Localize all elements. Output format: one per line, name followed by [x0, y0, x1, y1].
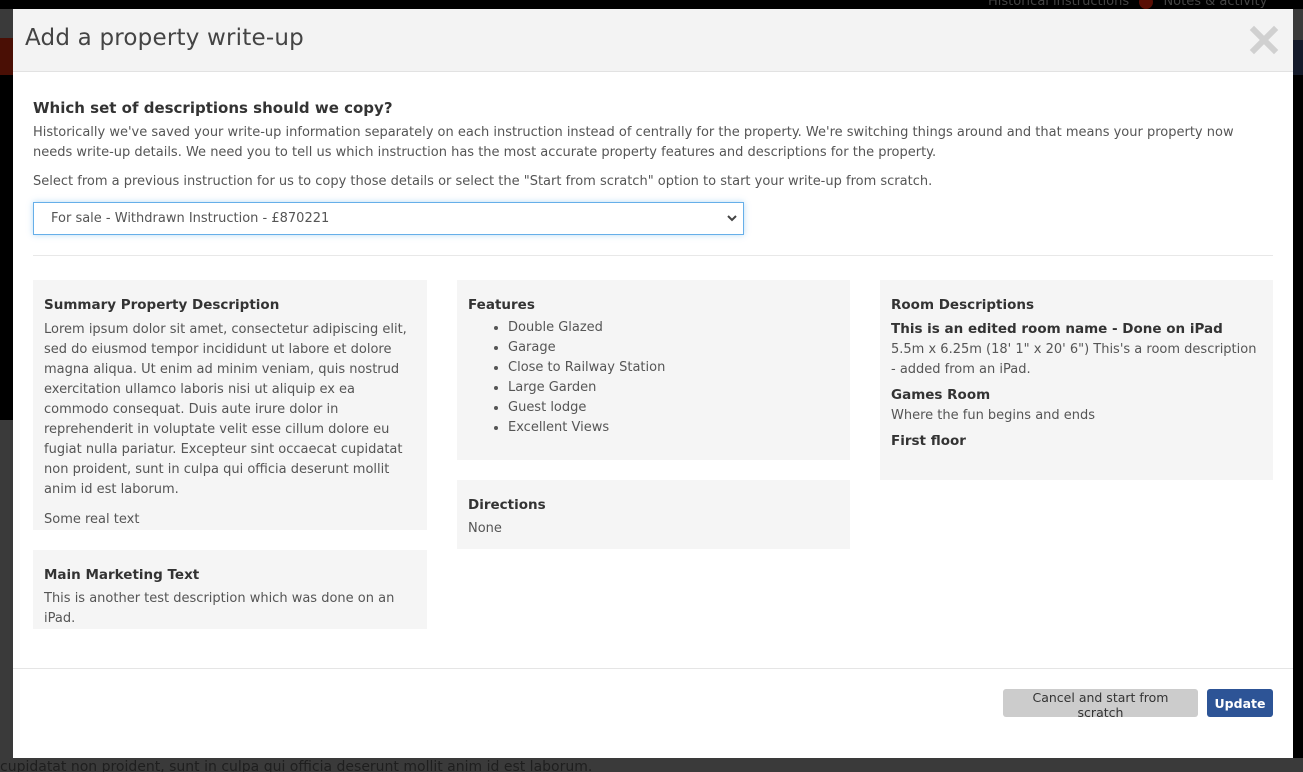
modal-body: Which set of descriptions should we copy…	[13, 99, 1293, 256]
modal-title: Add a property write-up	[25, 25, 304, 51]
feature-item: Double Glazed	[508, 318, 839, 338]
question-heading: Which set of descriptions should we copy…	[33, 99, 393, 117]
summary-card: Summary Property Description Lorem ipsum…	[33, 280, 427, 530]
background-text: cupidatat non proident, sunt in culpa qu…	[0, 759, 593, 772]
marketing-text: This is another test description which w…	[44, 591, 395, 626]
historical-instructions-link: Historical instructions	[988, 0, 1130, 9]
summary-heading: Summary Property Description	[44, 297, 280, 313]
room-item: Games Room Where the fun begins and ends	[891, 386, 1262, 426]
instruction-select[interactable]: For sale - Withdrawn Instruction - £8702…	[33, 202, 744, 235]
intro-text: Historically we've saved your write-up i…	[33, 125, 1234, 160]
property-writeup-modal: Add a property write-up Which set of des…	[13, 9, 1293, 758]
features-card: Features Double Glazed Garage Close to R…	[457, 280, 850, 460]
feature-item: Guest lodge	[508, 398, 839, 418]
background-topbar: Historical instructions Notes & activity	[0, 0, 1303, 9]
features-list: Double Glazed Garage Close to Railway St…	[468, 318, 839, 438]
background-nav-strip	[1293, 40, 1303, 75]
room-name: Games Room	[891, 387, 991, 403]
feature-item: Large Garden	[508, 378, 839, 398]
rooms-heading: Room Descriptions	[891, 297, 1035, 313]
feature-item: Close to Railway Station	[508, 358, 839, 378]
directions-heading: Directions	[468, 497, 546, 513]
feature-item: Excellent Views	[508, 418, 839, 438]
instructions-text: Select from a previous instruction for u…	[33, 174, 933, 189]
room-description: Where the fun begins and ends	[891, 408, 1096, 423]
directions-card: Directions None	[457, 480, 850, 549]
close-button[interactable]	[1249, 25, 1279, 55]
close-icon	[1249, 25, 1279, 55]
cancel-start-from-scratch-button[interactable]: Cancel and start from scratch	[1003, 689, 1198, 720]
divider	[33, 255, 1273, 256]
room-name: First floor	[891, 433, 966, 449]
features-heading: Features	[468, 297, 535, 313]
room-description: 5.5m x 6.25m (18' 1" x 20' 6") This's a …	[891, 342, 1257, 377]
background-panel-left	[0, 75, 13, 420]
notes-activity-link: Notes & activity	[1163, 0, 1268, 9]
modal-header: Add a property write-up	[13, 9, 1293, 72]
room-item: This is an edited room name - Done on iP…	[891, 320, 1262, 380]
marketing-card: Main Marketing Text This is another test…	[33, 550, 427, 629]
summary-paragraph: Lorem ipsum dolor sit amet, consectetur …	[44, 322, 407, 497]
feature-item: Garage	[508, 338, 839, 358]
room-item: First floor	[891, 432, 1262, 450]
rooms-card: Room Descriptions This is an edited room…	[880, 280, 1273, 480]
update-button[interactable]: Update	[1207, 689, 1273, 717]
modal-footer: Cancel and start from scratch Update	[13, 668, 1293, 759]
chevron-down-icon	[727, 215, 737, 222]
background-panel-right	[1293, 75, 1303, 758]
notification-badge	[1139, 0, 1154, 9]
summary-paragraph: Some real text	[44, 512, 140, 527]
marketing-heading: Main Marketing Text	[44, 567, 200, 583]
room-name: This is an edited room name - Done on iP…	[891, 321, 1223, 337]
background-header-strip	[0, 38, 13, 75]
instruction-select-value: For sale - Withdrawn Instruction - £8702…	[51, 211, 330, 226]
directions-text: None	[468, 521, 502, 536]
